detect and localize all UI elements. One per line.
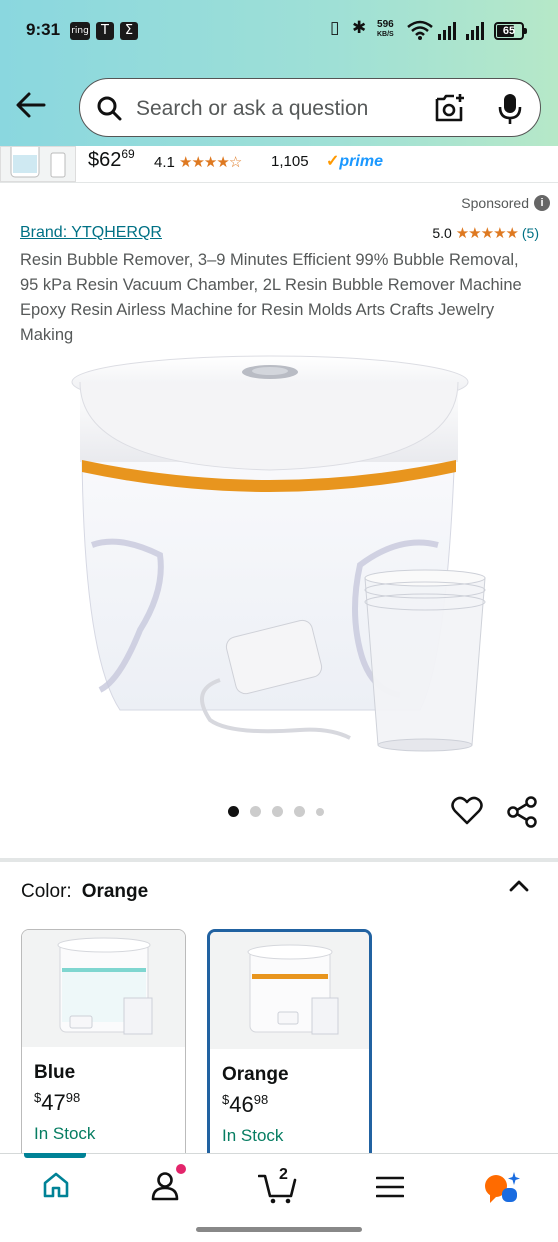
share-icon[interactable] bbox=[506, 796, 538, 828]
carousel-dot[interactable] bbox=[316, 807, 324, 816]
carousel-dot[interactable] bbox=[228, 806, 239, 817]
previous-price-fraction: 69 bbox=[121, 147, 135, 161]
color-option-name: Orange bbox=[222, 1064, 289, 1085]
product-title: Resin Bubble Remover, 3–9 Minutes Effici… bbox=[20, 251, 522, 344]
bluetooth-icon: ✱ bbox=[352, 18, 367, 38]
price-fraction: 98 bbox=[253, 1092, 269, 1107]
stock-status: In Stock bbox=[34, 1124, 96, 1143]
carousel-dot[interactable] bbox=[250, 806, 261, 817]
menu-icon[interactable] bbox=[376, 1176, 404, 1198]
ring-app-icon: ring bbox=[70, 22, 90, 40]
image-carousel-dots[interactable] bbox=[228, 806, 324, 817]
rufus-ai-icon[interactable] bbox=[482, 1170, 522, 1206]
status-bar: 9:31 ring T Σ ▯ ✱ 596 KB/S 65 bbox=[0, 0, 558, 62]
battery-level: 65 bbox=[502, 25, 516, 37]
sponsored-text: Sponsored bbox=[461, 195, 529, 211]
section-divider bbox=[0, 858, 558, 862]
selected-color-value: Orange bbox=[81, 881, 149, 902]
prime-badge: ✓prime bbox=[326, 153, 383, 170]
product-image[interactable] bbox=[60, 350, 500, 760]
cart-count: 2 bbox=[279, 1166, 288, 1183]
review-count[interactable]: (5) bbox=[522, 225, 539, 241]
network-speed-unit: KB/S bbox=[377, 31, 394, 38]
star-rating-icons: ★★★★★ bbox=[455, 225, 519, 242]
active-tab-indicator bbox=[24, 1153, 86, 1158]
back-arrow-icon[interactable] bbox=[14, 88, 48, 122]
network-speed-value: 596 bbox=[377, 19, 394, 30]
price-whole: 47 bbox=[41, 1090, 66, 1115]
color-option-image bbox=[22, 930, 185, 1047]
prime-label: prime bbox=[339, 153, 383, 170]
search-bar[interactable]: Search or ask a question bbox=[79, 78, 541, 137]
signal-icon-2 bbox=[466, 22, 484, 40]
microphone-icon[interactable] bbox=[498, 93, 522, 125]
cart-icon[interactable]: 2 bbox=[257, 1166, 298, 1204]
color-option-orange[interactable]: Orange $4698 In Stock bbox=[207, 929, 372, 1164]
product-rating[interactable]: 5.0 ★★★★★ (5) bbox=[432, 224, 539, 242]
color-option-price: $4798 bbox=[34, 1090, 80, 1116]
price-fraction: 98 bbox=[65, 1090, 81, 1105]
previous-rating-value: 4.1 bbox=[154, 154, 175, 171]
status-time: 9:31 bbox=[26, 20, 61, 39]
bottom-navigation: 2 bbox=[0, 1153, 558, 1242]
previous-item-price: $6269 bbox=[88, 147, 135, 172]
tesla-icon: T bbox=[96, 22, 114, 40]
previous-item-review-count: 1,105 bbox=[271, 153, 309, 170]
network-speed: 596 KB/S bbox=[377, 20, 394, 39]
chevron-up-icon[interactable] bbox=[508, 876, 530, 896]
vibrate-icon: ▯ bbox=[330, 18, 340, 38]
color-selector-header[interactable]: Color: Orange bbox=[21, 881, 148, 903]
home-icon[interactable] bbox=[41, 1170, 71, 1200]
stock-status: In Stock bbox=[222, 1126, 284, 1145]
previous-item-thumbnail[interactable] bbox=[0, 146, 76, 182]
rating-value: 5.0 bbox=[432, 225, 452, 241]
color-option-price: $4698 bbox=[222, 1092, 268, 1118]
search-icon bbox=[97, 96, 122, 121]
carousel-dot[interactable] bbox=[294, 806, 305, 817]
wifi-icon bbox=[407, 20, 433, 40]
battery-icon: 65 bbox=[494, 22, 527, 40]
gesture-bar[interactable] bbox=[196, 1227, 362, 1232]
color-option-name: Blue bbox=[34, 1062, 76, 1083]
carousel-dot[interactable] bbox=[272, 806, 283, 817]
previous-star-icons: ★★★★☆ bbox=[179, 154, 242, 171]
search-input[interactable]: Search or ask a question bbox=[136, 97, 368, 121]
sponsored-label[interactable]: Sponsored i bbox=[461, 195, 550, 211]
account-icon[interactable] bbox=[150, 1170, 182, 1202]
previous-item-rating: 4.1 ★★★★☆ bbox=[154, 153, 242, 171]
color-option-blue[interactable]: Blue $4798 In Stock bbox=[21, 929, 186, 1164]
previous-item-strip[interactable]: $6269 4.1 ★★★★☆ 1,105 ✓prime bbox=[0, 146, 558, 183]
price-whole: 46 bbox=[229, 1092, 254, 1117]
sigma-app-icon: Σ bbox=[120, 22, 138, 40]
notification-dot bbox=[176, 1164, 186, 1174]
color-label: Color: bbox=[21, 881, 72, 902]
color-option-image bbox=[210, 932, 369, 1049]
heart-icon[interactable] bbox=[451, 796, 483, 826]
camera-search-icon[interactable] bbox=[434, 93, 466, 123]
brand-link[interactable]: Brand: YTQHERQR bbox=[20, 224, 162, 242]
info-icon[interactable]: i bbox=[534, 195, 550, 211]
previous-price-whole: $62 bbox=[88, 149, 122, 171]
signal-icon-1 bbox=[438, 22, 456, 40]
